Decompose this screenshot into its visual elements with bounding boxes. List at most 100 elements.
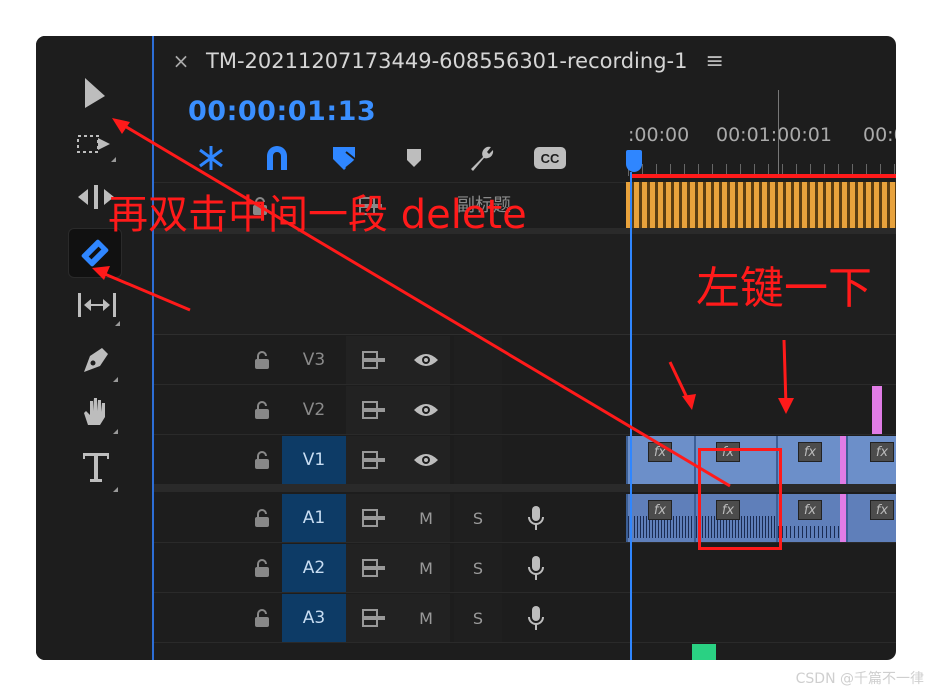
lock-icon[interactable] — [246, 436, 278, 484]
playhead-line — [630, 172, 632, 660]
playhead-handle[interactable] — [626, 150, 642, 172]
eye-toggle-icon[interactable] — [402, 336, 450, 384]
video-audio-divider — [154, 484, 896, 492]
annotation-double-click: 再双击中间一段 delete — [108, 192, 527, 238]
sync-lock-icon[interactable] — [346, 594, 402, 642]
audio-lane-a2[interactable] — [626, 544, 896, 593]
spacer — [454, 336, 502, 384]
mic-voiceover-icon[interactable] — [514, 494, 558, 542]
v1-clip-4[interactable]: fx — [846, 436, 896, 484]
track-name-v2[interactable]: V2 — [282, 386, 346, 434]
a1-clip-1[interactable]: fx — [626, 494, 694, 542]
settings-wrench-icon — [471, 146, 494, 171]
slip-tool[interactable] — [76, 290, 120, 326]
lock-icon[interactable] — [246, 494, 278, 542]
fx-badge: fx — [648, 500, 672, 520]
track-name-v1[interactable]: V1 — [282, 436, 346, 484]
track-name-a3[interactable]: A3 — [282, 594, 346, 642]
time-ruler[interactable]: :00:00 00:01:00:01 00:0 — [628, 86, 896, 182]
track-name-v3[interactable]: V3 — [282, 336, 346, 384]
type-t-icon — [83, 453, 109, 482]
marker-icon — [407, 149, 421, 167]
captions-button[interactable]: CC — [530, 144, 570, 172]
audio-track-header-a3: A3 M S — [154, 594, 626, 643]
fx-badge: fx — [798, 442, 822, 462]
fx-badge: fx — [798, 500, 822, 520]
sync-lock-icon[interactable] — [346, 386, 402, 434]
captions-lane[interactable] — [626, 182, 896, 228]
selection-tool[interactable] — [80, 76, 110, 110]
lock-icon[interactable] — [246, 544, 278, 592]
tools-panel — [36, 36, 152, 660]
lock-icon[interactable] — [246, 336, 278, 384]
snap-icon — [199, 146, 223, 170]
audio-track-header-a2: A2 M S — [154, 544, 626, 593]
close-tab-icon[interactable]: × — [156, 49, 206, 73]
sync-lock-icon[interactable] — [346, 336, 402, 384]
hand-icon — [84, 398, 105, 425]
green-clip-edge[interactable] — [692, 644, 716, 660]
ruler-label-1: 00:01:00:01 — [716, 124, 832, 146]
work-area-bar — [632, 174, 896, 178]
audio-lane-a3[interactable] — [626, 594, 896, 643]
pen-tool[interactable] — [78, 342, 118, 382]
captions-cc-icon: CC — [534, 147, 566, 169]
annotation-left-click: 左键一下 — [696, 263, 872, 314]
mic-voiceover-icon[interactable] — [514, 594, 558, 642]
lock-icon[interactable] — [246, 386, 278, 434]
mic-voiceover-icon[interactable] — [514, 544, 558, 592]
fx-badge: fx — [870, 442, 894, 462]
selection-arrow-icon — [85, 78, 105, 108]
track-name-a1[interactable]: A1 — [282, 494, 346, 542]
mute-button[interactable]: M — [402, 594, 450, 642]
audio-track-header-a1: A1 M S — [154, 494, 626, 543]
solo-button[interactable]: S — [454, 494, 502, 542]
lock-icon[interactable] — [246, 594, 278, 642]
ruler-label-2: 00:0 — [863, 124, 896, 146]
v1-clip-1[interactable]: fx — [626, 436, 694, 484]
video-lane-v2[interactable] — [626, 386, 896, 435]
track-select-tool[interactable] — [76, 130, 116, 162]
a1-clip-3[interactable]: fx — [776, 494, 842, 542]
video-lane-v3[interactable] — [626, 336, 896, 385]
spacer — [454, 386, 502, 434]
snap-button[interactable] — [194, 144, 228, 172]
a1-clip-4[interactable]: fx — [846, 494, 896, 542]
sequence-title: TM-20211207173449-608556301-recording-1 — [206, 49, 688, 73]
timeline-settings-button[interactable] — [464, 144, 500, 172]
solo-button[interactable]: S — [454, 594, 502, 642]
video-track-header-v3: V3 — [154, 336, 626, 385]
audio-waveform — [778, 526, 842, 538]
v1-clip-3[interactable]: fx — [776, 436, 842, 484]
sync-lock-icon[interactable] — [346, 436, 402, 484]
sync-lock-icon[interactable] — [346, 544, 402, 592]
sequence-tab[interactable]: × TM-20211207173449-608556301-recording-… — [156, 36, 896, 86]
track-name-a2[interactable]: A2 — [282, 544, 346, 592]
video-track-header-v2: V2 — [154, 386, 626, 435]
solo-button[interactable]: S — [454, 544, 502, 592]
highlight-box — [698, 448, 782, 550]
razor-blade-icon — [81, 239, 109, 267]
eye-toggle-icon[interactable] — [402, 436, 450, 484]
video-track-header-v1: V1 — [154, 436, 626, 485]
sync-lock-icon[interactable] — [346, 494, 402, 542]
watermark: CSDN @千篇不一律 — [795, 671, 924, 687]
playhead-timecode[interactable]: 00:00:01:13 — [188, 96, 376, 127]
add-marker-icon — [333, 147, 358, 170]
mute-button[interactable]: M — [402, 544, 450, 592]
type-tool[interactable] — [78, 448, 118, 492]
hand-tool[interactable] — [78, 394, 118, 434]
eye-toggle-icon[interactable] — [402, 386, 450, 434]
linked-selection-button[interactable] — [260, 144, 294, 172]
add-marker-button[interactable] — [328, 144, 362, 172]
mute-button[interactable]: M — [402, 494, 450, 542]
ruler-label-0: :00:00 — [628, 124, 690, 146]
pen-icon — [84, 348, 108, 372]
panel-menu-icon[interactable]: ≡ — [705, 49, 723, 74]
spacer — [454, 436, 502, 484]
premiere-window: × TM-20211207173449-608556301-recording-… — [36, 36, 896, 660]
v2-pink-clip[interactable] — [872, 386, 882, 434]
marker-button[interactable] — [400, 144, 428, 172]
track-select-icon — [77, 135, 110, 153]
